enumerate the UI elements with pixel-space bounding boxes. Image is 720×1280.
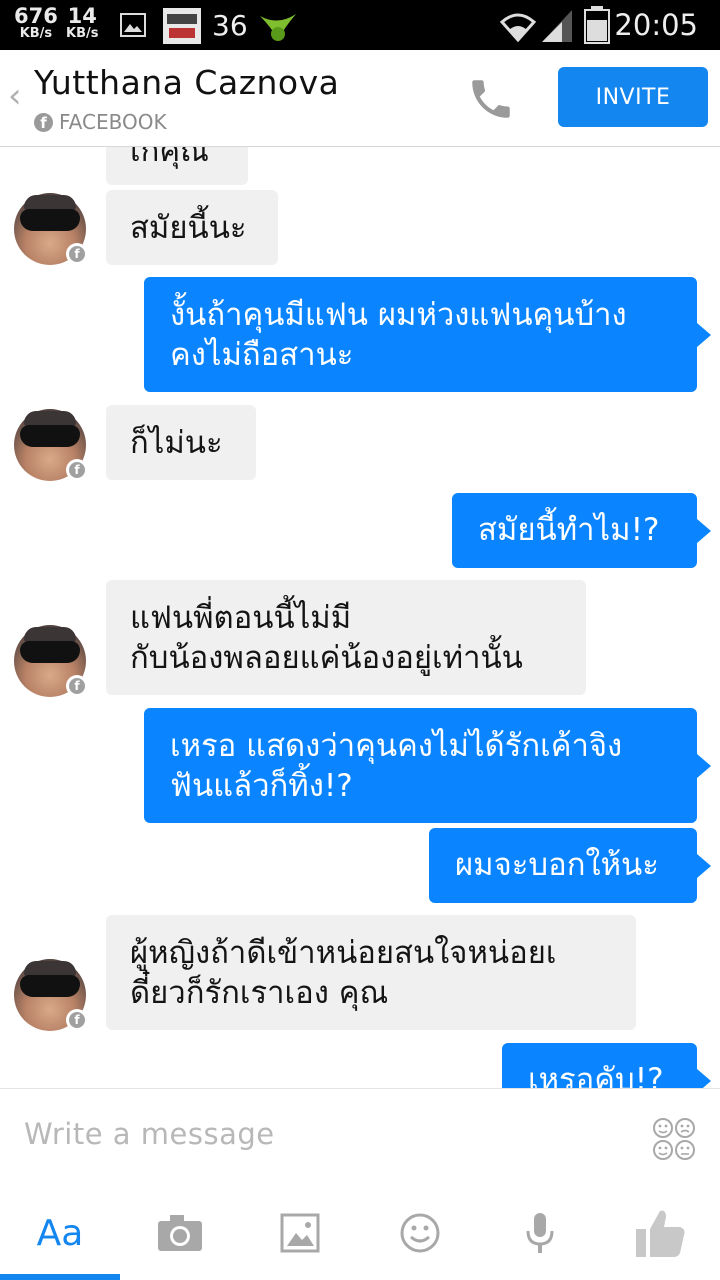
source-label: FACEBOOK (59, 110, 167, 134)
camera-button[interactable] (140, 1198, 220, 1268)
message-text-line: ฟันแล้วก็ทิ้ง!? (170, 768, 353, 804)
avatar-sunglasses (20, 209, 80, 231)
contact-avatar[interactable]: f (14, 193, 88, 265)
app-notification-icon (163, 8, 201, 44)
incoming-message: ผู้หญิงถ้าดีเข้าหน่อยสนใจหน่อยเ ดี๋ยวก็ร… (106, 915, 636, 1030)
outgoing-message: เหรอ แสดงว่าคุนคงไม่ได้รักเค้าจิง ฟันแล้… (144, 708, 711, 823)
message-input[interactable]: Write a message (24, 1117, 275, 1151)
message-text: เกิคุณ (130, 147, 209, 169)
speed-unit: KB/s (66, 26, 99, 41)
thumbs-up-icon (636, 1210, 685, 1257)
outgoing-message: สมัยนี้ทำไม!? (452, 493, 711, 568)
incoming-message: ก็ไม่นะ (106, 405, 256, 480)
speed-value: 676 (14, 4, 58, 28)
message-text-line: กับน้องพลอยแค่น้องอยู่เท่านั้น (130, 640, 523, 676)
outgoing-message: เหรอคับ!? (502, 1043, 711, 1088)
contact-source: f FACEBOOK (34, 110, 167, 134)
active-tab-indicator (0, 1274, 120, 1280)
back-chevron-icon[interactable]: ‹ (8, 76, 22, 116)
photo-icon (280, 1213, 320, 1253)
network-speed-up: 14 KB/s (66, 4, 99, 42)
emoji-button[interactable] (380, 1198, 460, 1268)
speed-unit: KB/s (19, 26, 53, 41)
status-bar: 676 KB/s 14 KB/s 36 20:05 (0, 0, 720, 50)
outgoing-message: งั้นถ้าคุนมีแฟน ผมห่วงแฟนคุนบ้าง คงไม่ถื… (144, 277, 711, 392)
network-speed-down: 676 KB/s (14, 4, 58, 42)
message-text: สมัยนี้ทำไม!? (478, 512, 660, 548)
conversation-header: ‹ Yutthana Caznova f FACEBOOK INVITE (0, 50, 720, 147)
message-text-line: แฟนพี่ตอนนี้ไม่มี (130, 600, 352, 636)
camera-icon (158, 1215, 202, 1251)
3g-bird-icon (260, 14, 296, 41)
gallery-notification-icon (120, 13, 146, 37)
composer-toolbar: Aa (0, 1188, 720, 1280)
avatar-sunglasses (20, 425, 80, 447)
signal-icon (542, 10, 572, 42)
incoming-message: แฟนพี่ตอนนี้ไม่มี กับน้องพลอยแค่น้องอยู่… (106, 580, 586, 695)
text-tab-label: Aa (36, 1212, 84, 1254)
outgoing-message: ผมจะบอกให้นะ (429, 828, 711, 903)
contact-name: Yutthana Caznova (34, 63, 340, 102)
invite-button[interactable]: INVITE (558, 67, 708, 127)
smiley-icon (400, 1213, 440, 1253)
facebook-badge-icon: f (66, 675, 88, 697)
facebook-badge-icon: f (66, 1009, 88, 1031)
speed-value: 14 (67, 4, 97, 28)
incoming-message: เกิคุณ (106, 147, 248, 185)
avatar-sunglasses (20, 641, 80, 663)
phone-call-icon[interactable] (466, 74, 516, 124)
message-text: เหรอคับ!? (528, 1062, 664, 1088)
sticker-faces-icon[interactable] (652, 1117, 696, 1161)
wifi-icon (499, 13, 537, 43)
facebook-badge-icon: f (66, 459, 88, 481)
avatar-sunglasses (20, 975, 80, 997)
message-text-line: ดี๋ยวก็รักเราเอง คุณ (130, 975, 389, 1011)
facebook-badge-icon: f (66, 243, 88, 265)
text-tab[interactable]: Aa (20, 1198, 100, 1268)
message-text: ก็ไม่นะ (130, 425, 223, 461)
message-text-line: ผู้หญิงถ้าดีเข้าหน่อยสนใจหน่อยเ (130, 935, 557, 971)
contact-avatar[interactable]: f (14, 625, 88, 697)
clock: 20:05 (614, 8, 698, 42)
message-list[interactable]: เกิคุณ f สมัยนี้นะ งั้นถ้าคุนมีแฟน ผมห่ว… (0, 147, 720, 1088)
message-text-line: งั้นถ้าคุนมีแฟน ผมห่วงแฟนคุนบ้าง (170, 297, 627, 333)
message-text-line: เหรอ แสดงว่าคุนคงไม่ได้รักเค้าจิง (170, 728, 623, 764)
facebook-icon: f (34, 112, 53, 132)
message-text: ผมจะบอกให้นะ (455, 847, 659, 883)
contact-avatar[interactable]: f (14, 409, 88, 481)
gallery-button[interactable] (260, 1198, 340, 1268)
contact-avatar[interactable]: f (14, 959, 88, 1031)
message-text-line: คงไม่ถือสานะ (170, 337, 354, 373)
message-composer[interactable]: Write a message (0, 1088, 720, 1189)
battery-icon (584, 6, 610, 44)
message-text: สมัยนี้นะ (130, 210, 247, 246)
incoming-message: สมัยนี้นะ (106, 190, 278, 265)
notification-count: 36 (212, 9, 248, 42)
voice-button[interactable] (500, 1198, 580, 1268)
like-button[interactable] (620, 1198, 700, 1268)
microphone-icon (526, 1213, 554, 1253)
